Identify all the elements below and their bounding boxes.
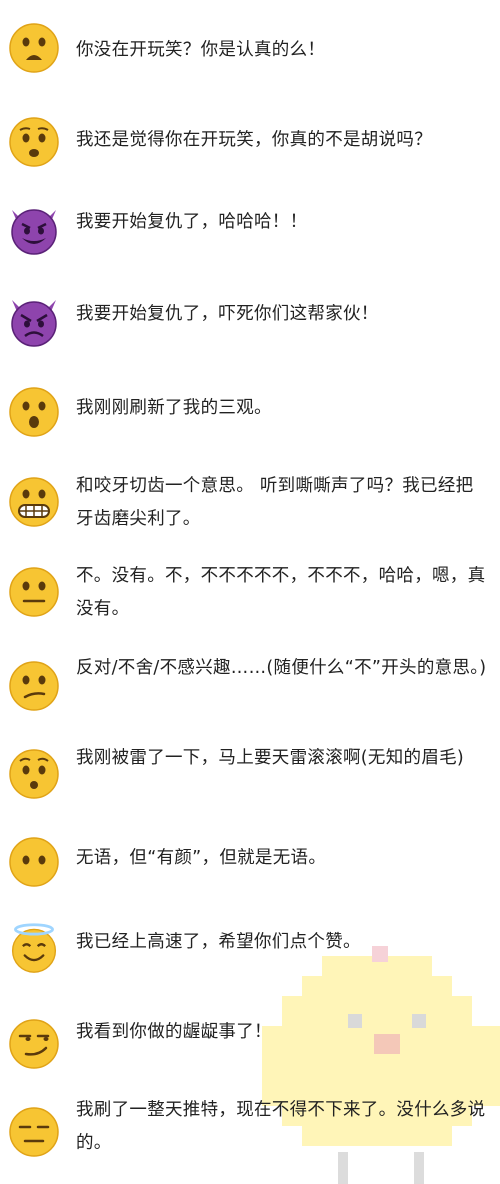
meaning-text: 无语，但“有颜”，但就是无语。: [76, 848, 327, 868]
smiling-imp-icon: [8, 204, 60, 256]
smirking-face-icon: [8, 1018, 60, 1070]
emoji-meaning-list: 你没在开玩笑？你是认真的么！ 我还是觉得你在开玩笑，你真的不是胡说吗？ 我要开始…: [0, 0, 500, 1184]
frowning-open-mouth-face-icon: [8, 22, 60, 74]
meaning-text: 你没在开玩笑？你是认真的么！: [76, 40, 326, 60]
confused-face-icon: [8, 660, 60, 712]
meaning-text: 我还是觉得你在开玩笑，你真的不是胡说吗？: [76, 130, 432, 150]
hushed-face-icon: [8, 116, 60, 168]
meaning-text: 反对/不舍/不感兴趣……(随便什么“不”开头的意思。): [76, 658, 487, 678]
neutral-face-icon: [8, 566, 60, 618]
meaning-text: 我要开始复仇了，哈哈哈！！: [76, 212, 308, 232]
meaning-text: 和咬牙切齿一个意思。 听到嘶嘶声了吗？我已经把牙齿磨尖利了。: [76, 476, 474, 529]
hushed-raised-brows-face-icon: [8, 748, 60, 800]
astonished-face-icon: [8, 386, 60, 438]
meaning-text: 不。没有。不，不不不不不，不不不，哈哈，嗯，真没有。: [76, 566, 486, 619]
expressionless-face-icon: [8, 1106, 60, 1158]
meaning-text: 我已经上高速了，希望你们点个赞。: [76, 932, 361, 952]
smiling-face-with-halo-icon: [8, 922, 60, 974]
meaning-text: 我看到你做的龌龊事了！: [76, 1022, 272, 1042]
face-without-mouth-icon: [8, 836, 60, 888]
meaning-text: 我刚被雷了一下，马上要天雷滚滚啊(无知的眉毛): [76, 748, 465, 768]
grimacing-face-icon: [8, 476, 60, 528]
meaning-text: 我要开始复仇了，吓死你们这帮家伙！: [76, 304, 379, 324]
meaning-text: 我刚刚刷新了我的三观。: [76, 398, 272, 418]
angry-imp-icon: [8, 296, 60, 348]
meaning-text: 我刷了一整天推特，现在不得不下来了。没什么多说的。: [76, 1100, 486, 1153]
